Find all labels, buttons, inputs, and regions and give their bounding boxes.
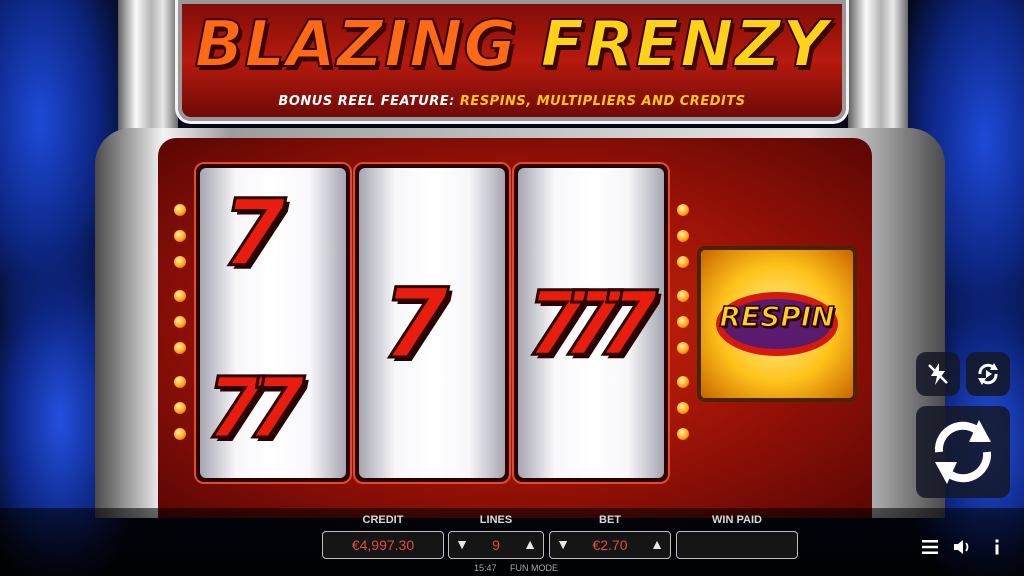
light-bulb [174,290,186,302]
win-paid-value [676,531,798,559]
win-paid-label: WIN PAID [712,514,762,526]
symbol-triple-seven: 777 [525,272,660,375]
credit-label: CREDIT [362,514,404,526]
title-right-pillar [848,0,908,130]
bet-increase-button[interactable]: ▲ [649,536,665,552]
light-bulb [677,256,689,268]
menu-icon [922,540,938,554]
clock: 15:47 [474,563,497,573]
subtitle-prefix: BONUS REEL FEATURE: [278,94,455,109]
bet-label: BET [599,514,621,526]
subtitle-features: RESPINS, MULTIPLIERS AND CREDITS [459,94,746,109]
title-word-2: FRENZY [539,7,830,83]
lines-increase-button[interactable]: ▲ [522,536,538,552]
light-bulb [677,204,689,216]
title-left-pillar [118,0,178,130]
light-bulb [677,290,689,302]
light-bulb [677,428,689,440]
title-word-1: BLAZING [194,7,518,83]
left-light-strip [174,200,188,450]
light-bulb [174,342,186,354]
speaker-icon [954,540,969,554]
light-bulb [174,376,186,388]
feature-subtitle: BONUS REEL FEATURE: RESPINS, MULTIPLIERS… [175,94,849,109]
spin-button[interactable] [916,406,1010,498]
info-button[interactable] [986,536,1008,558]
respin-label: RESPIN [719,299,836,334]
light-bulb [677,342,689,354]
info-icon [995,539,999,555]
light-bulb [174,256,186,268]
light-bulb [174,204,186,216]
bet-decrease-button[interactable]: ▼ [555,536,571,552]
autoplay-icon [978,363,998,385]
credit-value: €4,997.30 [322,531,444,559]
light-bulb [677,376,689,388]
autoplay-button[interactable] [966,352,1010,396]
light-bulb [677,230,689,242]
light-bulb [677,402,689,414]
symbol-single-seven: 7 [381,268,451,380]
lines-label: LINES [479,514,513,526]
light-bulb [174,316,186,328]
light-bulb [677,316,689,328]
sound-button[interactable] [952,536,974,558]
light-bulb [174,230,186,242]
symbol-double-seven: 77 [205,359,307,457]
right-light-strip [677,200,691,450]
game-title: BLAZING FRENZY [175,2,849,88]
symbol-single-seven: 7 [220,180,287,287]
spin-icon [934,420,992,484]
turbo-button[interactable] [916,352,960,396]
light-bulb [174,402,186,414]
mode-indicator: FUN MODE [510,563,558,573]
menu-button[interactable] [919,536,941,558]
light-bulb [174,428,186,440]
lightning-off-icon [928,363,948,385]
lines-decrease-button[interactable]: ▼ [454,536,470,552]
